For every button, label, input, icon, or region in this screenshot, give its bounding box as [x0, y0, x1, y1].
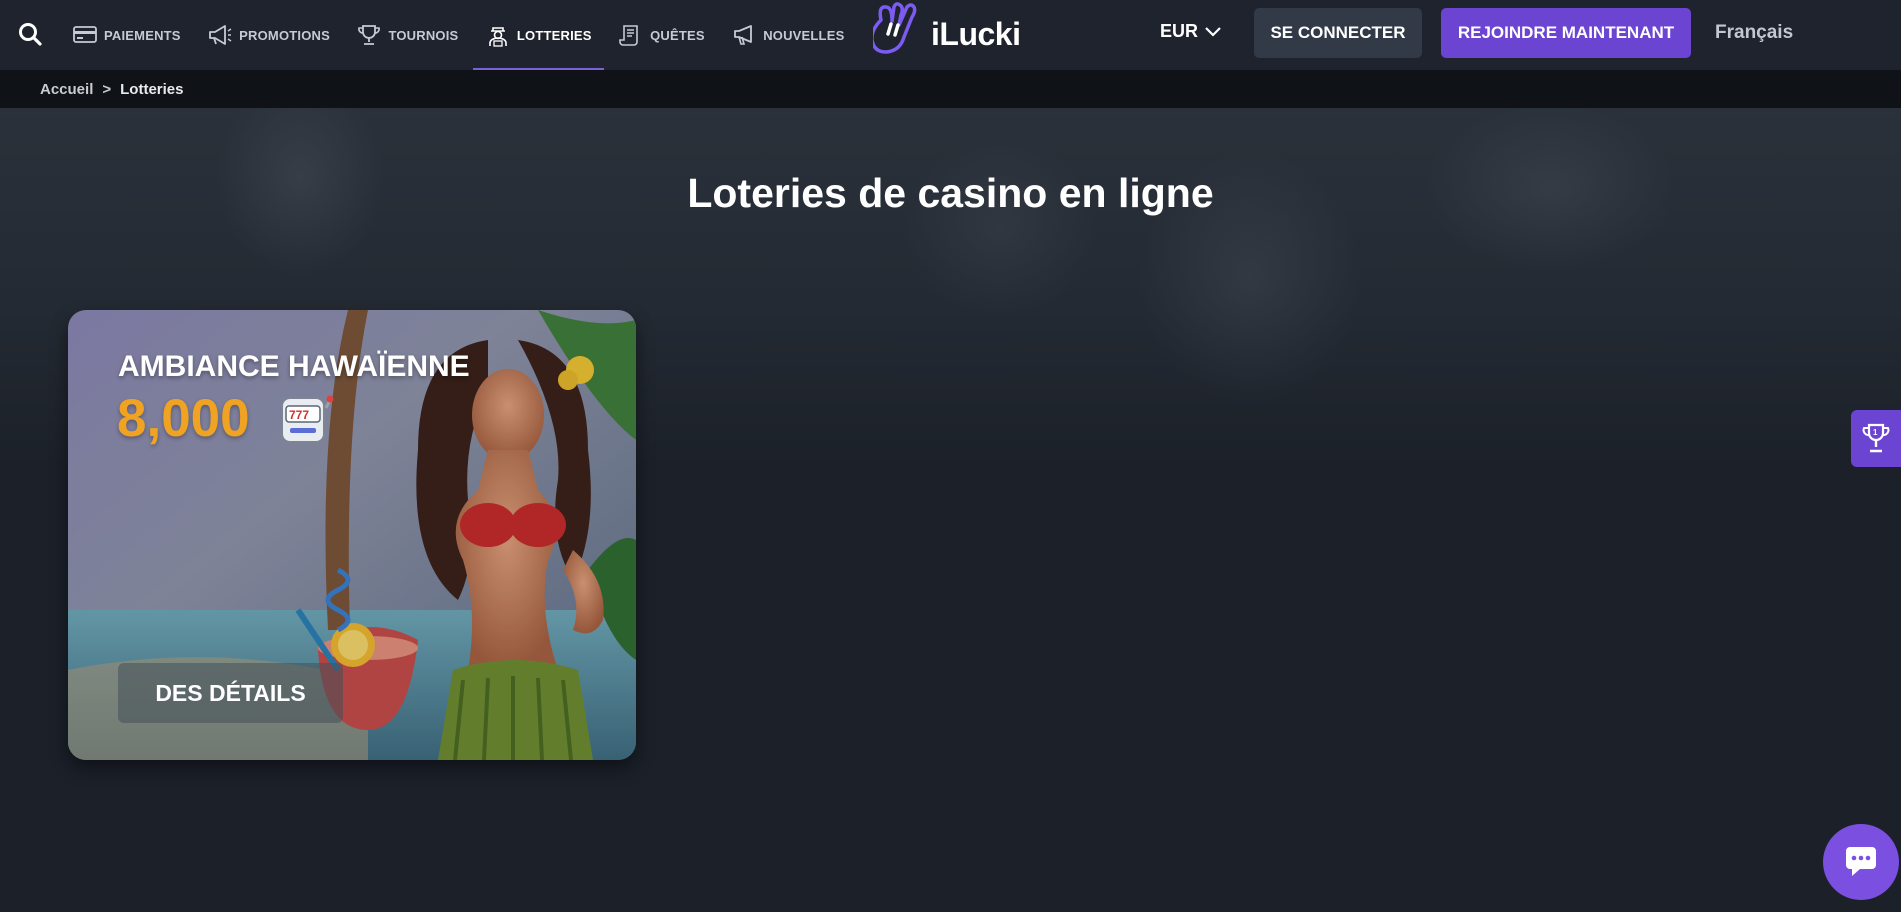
- search-icon[interactable]: [17, 21, 43, 47]
- nav-item-payments[interactable]: PAIEMENTS: [72, 0, 181, 70]
- nav-label: TOURNOIS: [388, 27, 459, 43]
- nav-label: QUÊTES: [650, 27, 705, 43]
- login-button[interactable]: SE CONNECTER: [1254, 8, 1422, 58]
- svg-text:777: 777: [289, 408, 309, 422]
- main-nav: PAIEMENTS PROMOTIONS TOURNOIS LOTTERIES …: [72, 0, 852, 70]
- currency-label: EUR: [1160, 21, 1199, 41]
- nav-item-news[interactable]: NOUVELLES: [731, 0, 844, 70]
- lottery-title: AMBIANCE HAWAÏENNE: [118, 350, 470, 383]
- trophy-icon: [358, 25, 381, 45]
- scroll-icon: [619, 25, 638, 46]
- nav-item-promotions[interactable]: PROMOTIONS: [207, 0, 330, 70]
- breadcrumb-home[interactable]: Accueil: [40, 81, 93, 98]
- currency-selector[interactable]: EUR: [1160, 21, 1222, 42]
- chevron-down-icon: [1205, 26, 1221, 37]
- breadcrumb-separator: >: [102, 80, 112, 98]
- chat-button[interactable]: [1823, 824, 1899, 900]
- site-logo[interactable]: iLucki: [873, 2, 1038, 64]
- slot-machine-icon: 777: [281, 395, 334, 443]
- card-icon: [73, 26, 97, 43]
- rock-hand-logo-icon: [873, 2, 917, 54]
- top-header: PAIEMENTS PROMOTIONS TOURNOIS LOTTERIES …: [0, 0, 1901, 71]
- page-title: Loteries de casino en ligne: [687, 170, 1214, 216]
- logo-text: iLucki: [931, 16, 1021, 52]
- nav-label: NOUVELLES: [763, 27, 845, 43]
- bullhorn-icon: [734, 25, 753, 45]
- trophy-icon: 1: [1862, 423, 1890, 452]
- breadcrumb: Accueil > Lotteries: [0, 70, 1901, 108]
- chat-icon: [1846, 847, 1876, 876]
- nav-item-lotteries[interactable]: LOTTERIES: [472, 0, 604, 70]
- lottery-host-icon: [489, 27, 507, 47]
- lottery-card[interactable]: AMBIANCE HAWAÏENNE 8,000 777 DES DÉTAILS: [68, 310, 636, 760]
- nav-label: PROMOTIONS: [239, 27, 330, 43]
- language-selector[interactable]: Français: [1715, 22, 1793, 44]
- megaphone-icon: [209, 25, 232, 45]
- lottery-amount: 8,000: [117, 389, 250, 448]
- breadcrumb-current: Lotteries: [120, 80, 184, 98]
- tournament-widget-button[interactable]: 1: [1851, 410, 1901, 467]
- svg-text:1: 1: [1873, 428, 1878, 437]
- lottery-details-button[interactable]: DES DÉTAILS: [118, 663, 343, 723]
- nav-label: LOTTERIES: [516, 27, 592, 43]
- join-button[interactable]: REJOINDRE MAINTENANT: [1441, 8, 1691, 58]
- nav-item-tournaments[interactable]: TOURNOIS: [356, 0, 458, 70]
- nav-label: PAIEMENTS: [104, 27, 181, 43]
- nav-item-quests[interactable]: QUÊTES: [618, 0, 705, 70]
